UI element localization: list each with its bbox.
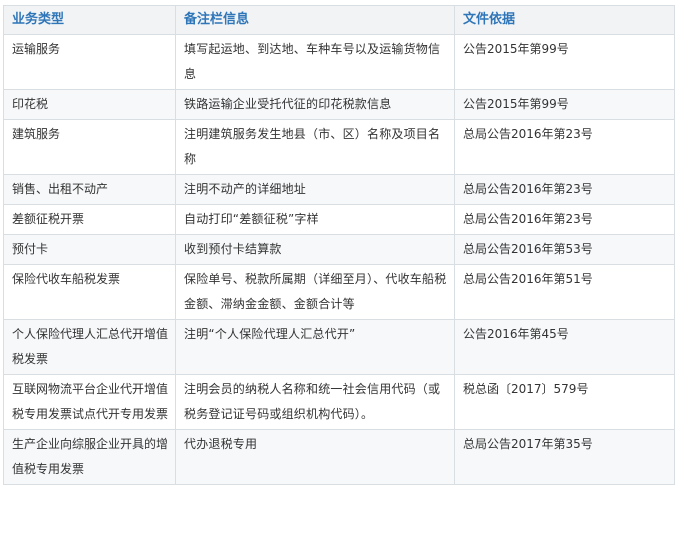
table-row: 个人保险代理人汇总代开增值税发票 注明“个人保险代理人汇总代开” 公告2016年…	[3, 319, 675, 375]
cell-basis: 总局公告2017年第35号	[454, 429, 675, 485]
cell-business-type: 印花税	[3, 89, 176, 120]
header-business-type: 业务类型	[3, 5, 176, 35]
cell-business-type: 互联网物流平台企业代开增值税专用发票试点代开专用发票	[3, 374, 176, 430]
cell-remark: 注明“个人保险代理人汇总代开”	[175, 319, 455, 375]
cell-basis: 总局公告2016年第23号	[454, 174, 675, 205]
cell-business-type: 生产企业向综服企业开具的增值税专用发票	[3, 429, 176, 485]
cell-business-type: 保险代收车船税发票	[3, 264, 176, 320]
cell-basis: 总局公告2016年第53号	[454, 234, 675, 265]
table-row: 预付卡 收到预付卡结算款 总局公告2016年第53号	[3, 234, 675, 265]
cell-business-type: 运输服务	[3, 34, 176, 90]
cell-business-type: 销售、出租不动产	[3, 174, 176, 205]
table-container: 业务类型 备注栏信息 文件依据 运输服务 填写起运地、到达地、车种车号以及运输货…	[3, 5, 675, 485]
cell-remark: 注明会员的纳税人名称和统一社会信用代码（或税务登记证号码或组织机构代码）。	[175, 374, 455, 430]
cell-remark: 注明不动产的详细地址	[175, 174, 455, 205]
cell-business-type: 差额征税开票	[3, 204, 176, 235]
table-row: 销售、出租不动产 注明不动产的详细地址 总局公告2016年第23号	[3, 174, 675, 205]
cell-business-type: 个人保险代理人汇总代开增值税发票	[3, 319, 176, 375]
cell-basis: 公告2015年第99号	[454, 34, 675, 90]
cell-basis: 公告2016年第45号	[454, 319, 675, 375]
table-row: 建筑服务 注明建筑服务发生地县（市、区）名称及项目名称 总局公告2016年第23…	[3, 119, 675, 175]
cell-basis: 税总函〔2017〕579号	[454, 374, 675, 430]
cell-basis: 总局公告2016年第23号	[454, 204, 675, 235]
cell-remark: 收到预付卡结算款	[175, 234, 455, 265]
cell-basis: 总局公告2016年第51号	[454, 264, 675, 320]
cell-business-type: 建筑服务	[3, 119, 176, 175]
cell-basis: 总局公告2016年第23号	[454, 119, 675, 175]
table-row: 运输服务 填写起运地、到达地、车种车号以及运输货物信息 公告2015年第99号	[3, 34, 675, 90]
tax-remarks-table: 业务类型 备注栏信息 文件依据 运输服务 填写起运地、到达地、车种车号以及运输货…	[3, 5, 675, 485]
table-row: 互联网物流平台企业代开增值税专用发票试点代开专用发票 注明会员的纳税人名称和统一…	[3, 374, 675, 430]
header-remark-info: 备注栏信息	[175, 5, 455, 35]
cell-remark: 注明建筑服务发生地县（市、区）名称及项目名称	[175, 119, 455, 175]
cell-basis: 公告2015年第99号	[454, 89, 675, 120]
table-row: 保险代收车船税发票 保险单号、税款所属期（详细至月）、代收车船税金额、滞纳金金额…	[3, 264, 675, 320]
table-row: 生产企业向综服企业开具的增值税专用发票 代办退税专用 总局公告2017年第35号	[3, 429, 675, 485]
header-basis: 文件依据	[454, 5, 675, 35]
cell-remark: 代办退税专用	[175, 429, 455, 485]
cell-business-type: 预付卡	[3, 234, 176, 265]
cell-remark: 铁路运输企业受托代征的印花税款信息	[175, 89, 455, 120]
table-row: 印花税 铁路运输企业受托代征的印花税款信息 公告2015年第99号	[3, 89, 675, 120]
table-header-row: 业务类型 备注栏信息 文件依据	[3, 5, 675, 35]
table-row: 差额征税开票 自动打印“差额征税”字样 总局公告2016年第23号	[3, 204, 675, 235]
cell-remark: 自动打印“差额征税”字样	[175, 204, 455, 235]
cell-remark: 保险单号、税款所属期（详细至月）、代收车船税金额、滞纳金金额、金额合计等	[175, 264, 455, 320]
cell-remark: 填写起运地、到达地、车种车号以及运输货物信息	[175, 34, 455, 90]
